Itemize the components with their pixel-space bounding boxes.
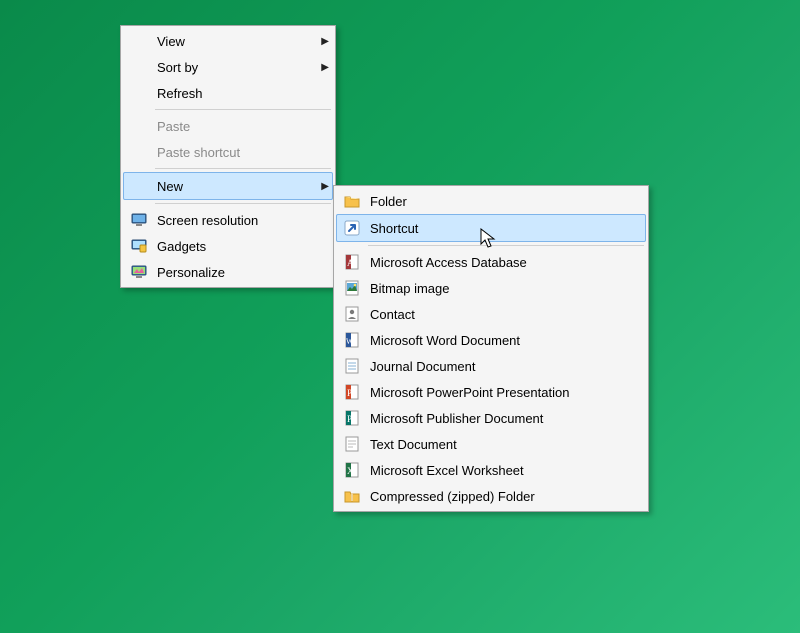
blank-icon (127, 83, 151, 103)
new-item-text[interactable]: Text Document (336, 431, 646, 457)
context-menu-item-personalize[interactable]: Personalize (123, 259, 333, 285)
journal-icon (340, 356, 364, 376)
menu-item-label: Bitmap image (370, 281, 642, 296)
menu-item-label: View (157, 34, 315, 49)
contact-icon (340, 304, 364, 324)
menu-item-label: Microsoft PowerPoint Presentation (370, 385, 642, 400)
context-menu-item-paste: Paste (123, 113, 333, 139)
svg-text:X: X (347, 466, 354, 476)
menu-separator (368, 245, 644, 246)
new-item-folder[interactable]: Folder (336, 188, 646, 214)
menu-item-label: New (157, 179, 315, 194)
new-item-contact[interactable]: Contact (336, 301, 646, 327)
menu-item-label: Microsoft Word Document (370, 333, 642, 348)
menu-item-label: Paste (157, 119, 315, 134)
blank-icon (127, 116, 151, 136)
menu-separator (155, 168, 331, 169)
new-item-journal[interactable]: Journal Document (336, 353, 646, 379)
menu-item-label: Contact (370, 307, 642, 322)
blank-icon (127, 176, 151, 196)
menu-item-label: Text Document (370, 437, 642, 452)
new-item-access[interactable]: A Microsoft Access Database (336, 249, 646, 275)
new-item-excel[interactable]: X Microsoft Excel Worksheet (336, 457, 646, 483)
personalize-icon (127, 262, 151, 282)
new-item-zip[interactable]: Compressed (zipped) Folder (336, 483, 646, 509)
svg-text:P: P (347, 414, 352, 424)
gadget-icon (127, 236, 151, 256)
excel-icon: X (340, 460, 364, 480)
menu-item-label: Microsoft Excel Worksheet (370, 463, 642, 478)
menu-item-label: Compressed (zipped) Folder (370, 489, 642, 504)
desktop-context-menu: View ▶ Sort by ▶ Refresh Paste Paste sho… (120, 25, 336, 288)
access-icon: A (340, 252, 364, 272)
blank-icon (127, 57, 151, 77)
menu-item-label: Personalize (157, 265, 315, 280)
menu-item-label: Microsoft Access Database (370, 255, 642, 270)
shortcut-icon (340, 218, 364, 238)
new-item-publisher[interactable]: P Microsoft Publisher Document (336, 405, 646, 431)
submenu-arrow-icon: ▶ (315, 36, 329, 47)
context-menu-item-paste-shortcut: Paste shortcut (123, 139, 333, 165)
text-icon (340, 434, 364, 454)
menu-item-label: Sort by (157, 60, 315, 75)
word-icon: W (340, 330, 364, 350)
menu-item-label: Folder (370, 194, 642, 209)
powerpoint-icon: P (340, 382, 364, 402)
monitor-icon (127, 210, 151, 230)
folder-icon (340, 191, 364, 211)
zip-icon (340, 486, 364, 506)
menu-item-label: Journal Document (370, 359, 642, 374)
submenu-arrow-icon: ▶ (315, 181, 329, 192)
svg-text:W: W (346, 337, 354, 346)
menu-item-label: Screen resolution (157, 213, 315, 228)
menu-item-label: Paste shortcut (157, 145, 315, 160)
bitmap-icon (340, 278, 364, 298)
publisher-icon: P (340, 408, 364, 428)
context-menu-item-new[interactable]: New ▶ (123, 172, 333, 200)
menu-item-label: Gadgets (157, 239, 315, 254)
context-menu-item-view[interactable]: View ▶ (123, 28, 333, 54)
svg-text:P: P (347, 388, 352, 398)
svg-text:A: A (347, 258, 354, 268)
context-menu-item-gadgets[interactable]: Gadgets (123, 233, 333, 259)
new-item-word[interactable]: W Microsoft Word Document (336, 327, 646, 353)
menu-item-label: Microsoft Publisher Document (370, 411, 642, 426)
new-item-shortcut[interactable]: Shortcut (336, 214, 646, 242)
menu-item-label: Refresh (157, 86, 315, 101)
context-menu-item-refresh[interactable]: Refresh (123, 80, 333, 106)
new-item-bitmap[interactable]: Bitmap image (336, 275, 646, 301)
blank-icon (127, 31, 151, 51)
menu-separator (155, 203, 331, 204)
submenu-arrow-icon: ▶ (315, 62, 329, 73)
new-item-powerpoint[interactable]: P Microsoft PowerPoint Presentation (336, 379, 646, 405)
context-menu-item-sort-by[interactable]: Sort by ▶ (123, 54, 333, 80)
menu-separator (155, 109, 331, 110)
menu-item-label: Shortcut (370, 221, 642, 236)
context-menu-item-screen-resolution[interactable]: Screen resolution (123, 207, 333, 233)
blank-icon (127, 142, 151, 162)
new-submenu: Folder Shortcut A Microsoft Access Datab… (333, 185, 649, 512)
